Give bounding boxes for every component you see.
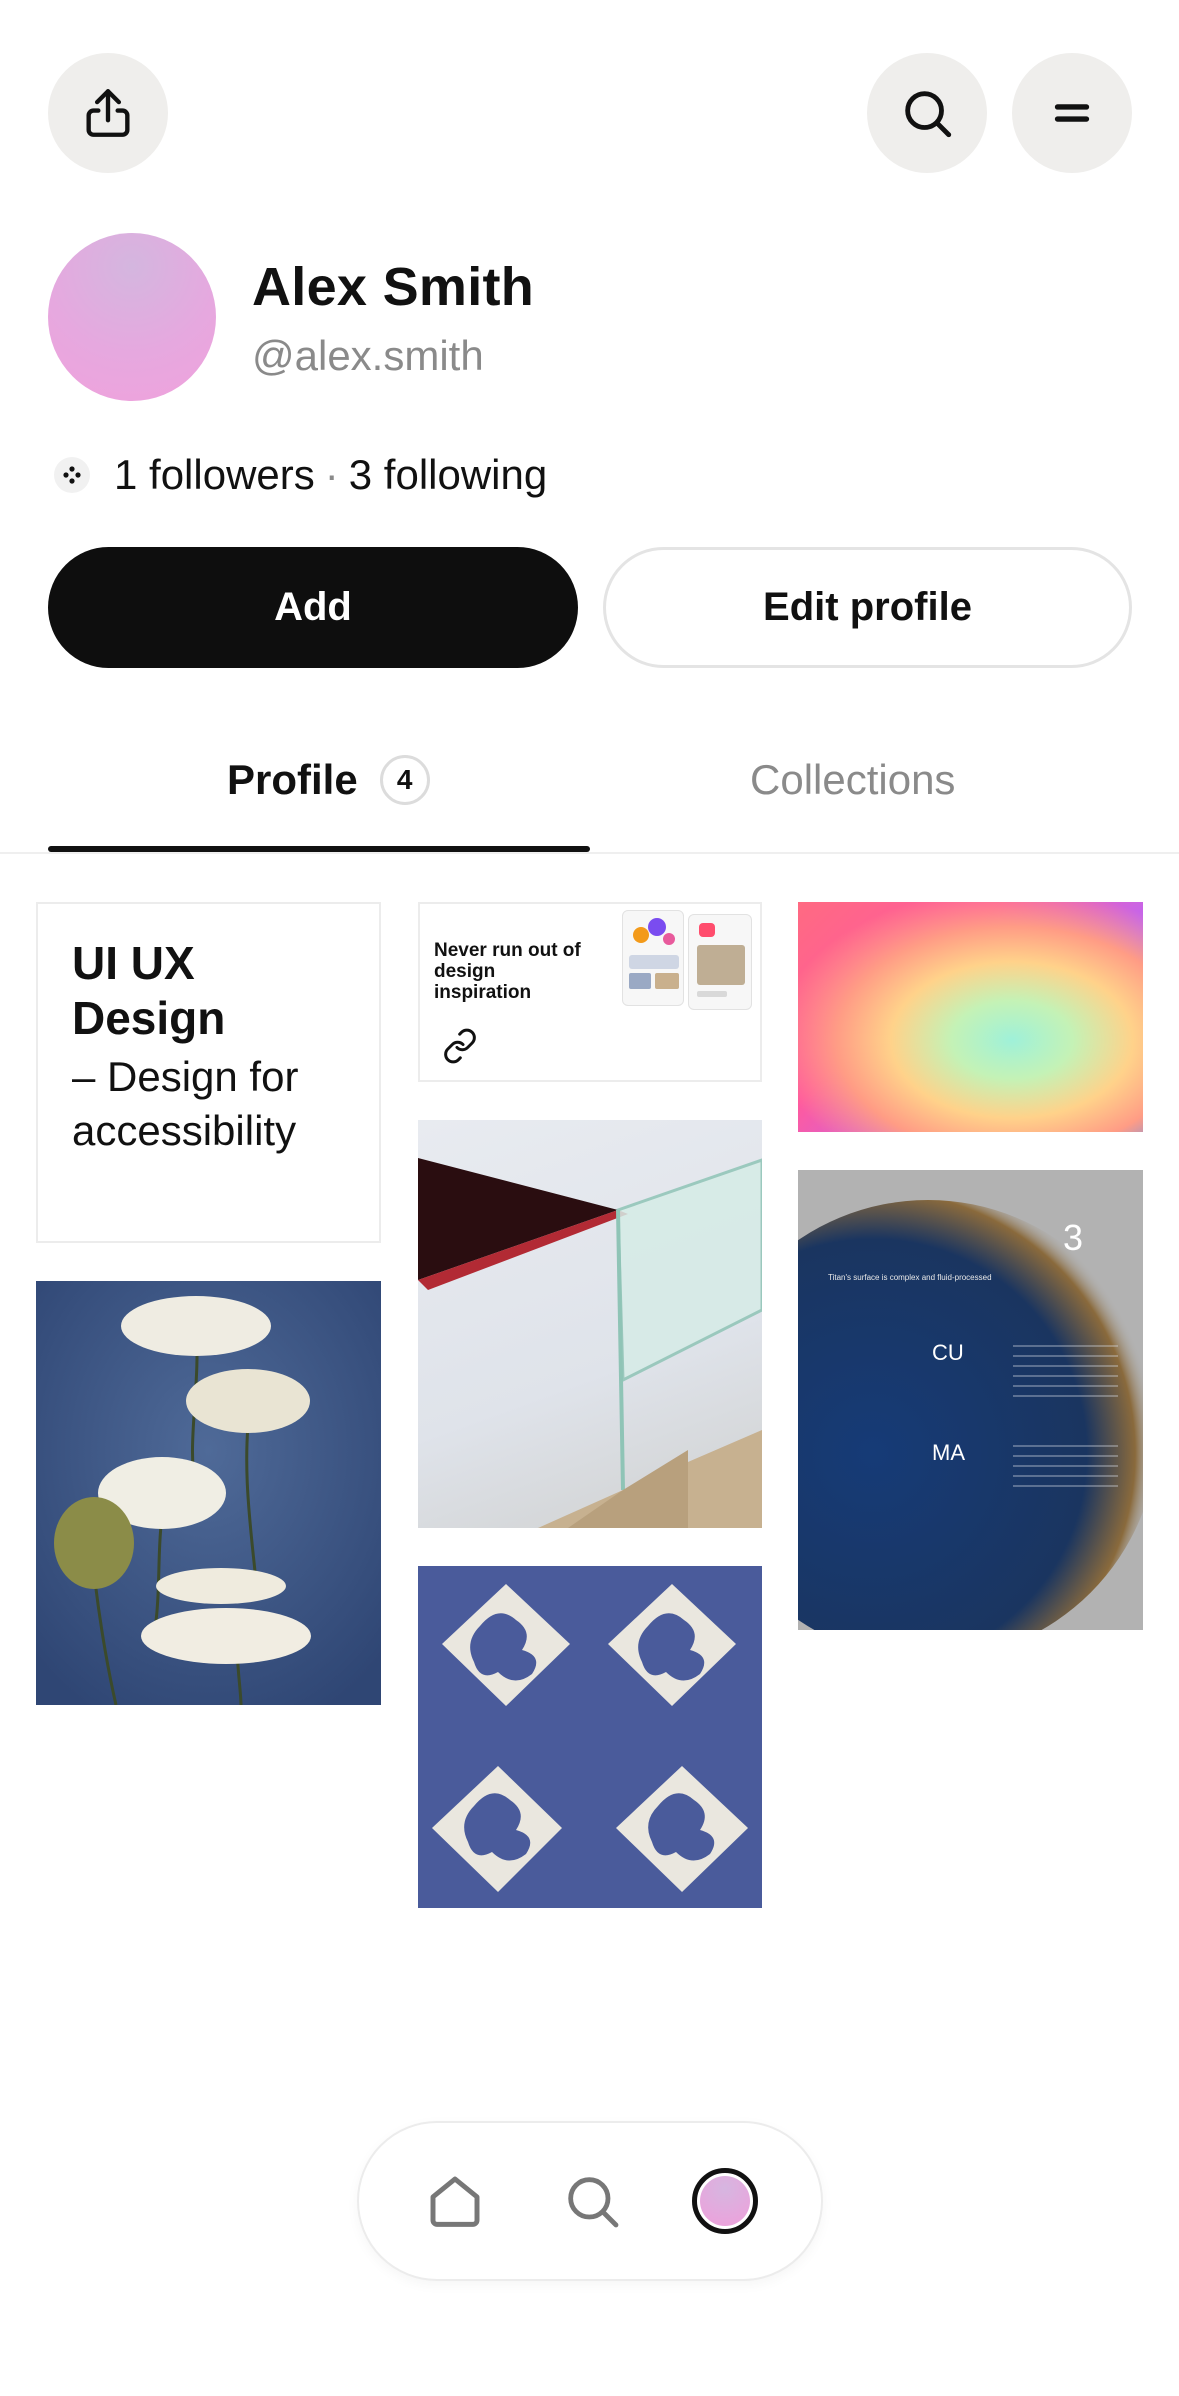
share-icon bbox=[86, 89, 130, 137]
nav-search[interactable] bbox=[554, 2163, 630, 2239]
following-link[interactable]: 3 following bbox=[349, 451, 547, 499]
link-icon bbox=[444, 1028, 476, 1064]
profile-name: Alex Smith bbox=[252, 257, 535, 317]
preview-thumbnail bbox=[688, 914, 752, 1010]
glass-image-card[interactable] bbox=[418, 1120, 762, 1528]
tab-collections[interactable]: Collections bbox=[750, 740, 955, 820]
link-card-text: Never run out of design inspiration bbox=[434, 940, 581, 1003]
nav-profile[interactable] bbox=[687, 2163, 763, 2239]
poster-image-card[interactable]: 3 Titan's surface is complex and fluid-p… bbox=[798, 1170, 1143, 1630]
text-card[interactable]: UI UX Design – Design for accessibility bbox=[36, 902, 381, 1243]
tab-collections-label: Collections bbox=[750, 756, 956, 803]
follow-separator: · bbox=[324, 451, 339, 498]
text-card-subtitle: – Design for accessibility bbox=[72, 1053, 299, 1154]
poster-number: 3 bbox=[1063, 1217, 1083, 1258]
tab-profile-label: Profile bbox=[227, 756, 358, 803]
search-button[interactable] bbox=[867, 53, 987, 173]
gradient-image-card[interactable] bbox=[798, 902, 1143, 1132]
menu-icon bbox=[1054, 104, 1090, 122]
edit-profile-button[interactable]: Edit profile bbox=[603, 547, 1132, 668]
tab-divider bbox=[0, 852, 1179, 854]
text-card-title: UI UX Design bbox=[72, 937, 226, 1044]
avatar[interactable] bbox=[48, 233, 216, 401]
search-icon bbox=[905, 91, 952, 138]
menu-button[interactable] bbox=[1012, 53, 1132, 173]
poster-line-1: CU bbox=[932, 1340, 964, 1365]
search-icon bbox=[568, 2177, 619, 2228]
tab-profile-count: 4 bbox=[379, 755, 430, 805]
flower-image-card[interactable] bbox=[36, 1281, 381, 1705]
community-icon bbox=[54, 457, 90, 493]
home-icon bbox=[430, 2176, 480, 2227]
add-button[interactable]: Add bbox=[48, 547, 578, 668]
poster-line-2: MA bbox=[932, 1440, 965, 1465]
avatar bbox=[692, 2168, 758, 2234]
follow-stats: 1 followers · 3 following bbox=[54, 448, 547, 502]
link-card[interactable]: Never run out of design inspiration bbox=[418, 902, 762, 1082]
share-button[interactable] bbox=[48, 53, 168, 173]
bottom-nav bbox=[357, 2121, 823, 2281]
preview-thumbnail bbox=[622, 910, 684, 1006]
cutout-art-card[interactable] bbox=[418, 1566, 762, 1908]
profile-handle: @alex.smith bbox=[252, 332, 484, 379]
nav-home[interactable] bbox=[417, 2163, 493, 2239]
followers-link[interactable]: 1 followers bbox=[114, 451, 315, 499]
tab-profile[interactable]: Profile 4 bbox=[227, 740, 430, 820]
poster-caption: Titan's surface is complex and fluid-pro… bbox=[828, 1273, 992, 1282]
